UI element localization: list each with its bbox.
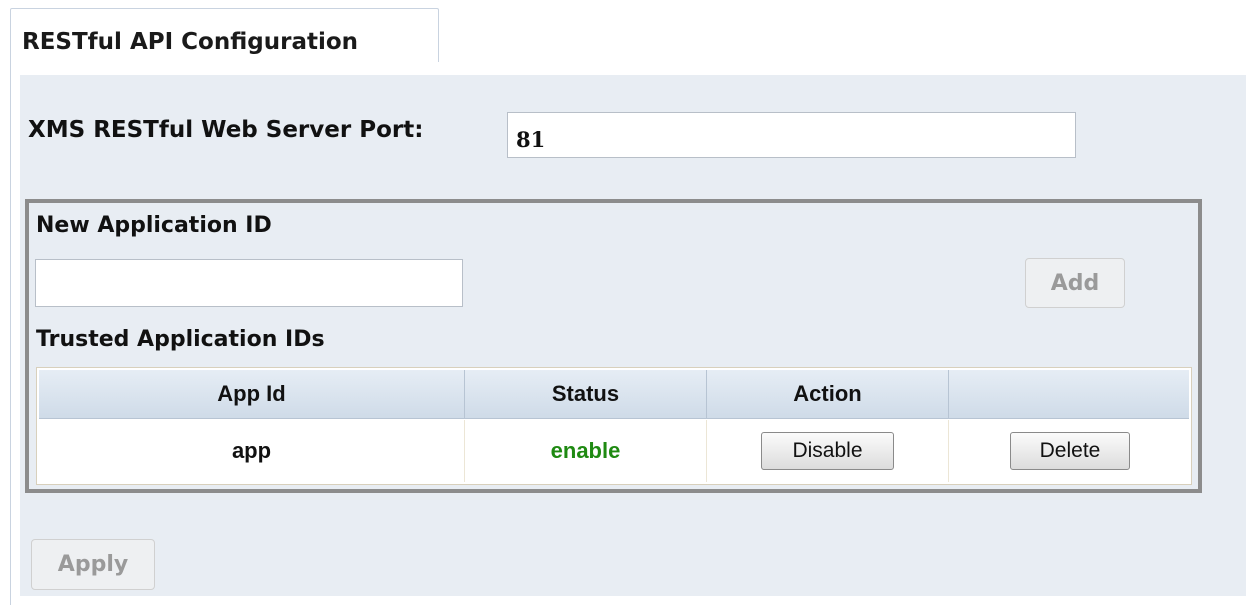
add-button[interactable]: Add (1025, 258, 1125, 308)
disable-button[interactable]: Disable (761, 432, 894, 470)
new-application-id-label: New Application ID (36, 213, 272, 238)
port-input[interactable] (507, 112, 1076, 158)
app-id-cell: app (39, 420, 465, 482)
new-application-id-input[interactable] (35, 259, 463, 307)
action-cell: Disable (707, 420, 949, 482)
column-header-app-id: App Id (39, 370, 465, 418)
tab-panel-left-border (10, 62, 11, 605)
delete-cell: Delete (949, 420, 1191, 482)
tab-label: RESTful API Configuration (22, 29, 359, 55)
apply-button[interactable]: Apply (31, 539, 155, 590)
trusted-apps-table: App Id Status Action app enable Disable … (36, 367, 1192, 485)
trusted-application-ids-label: Trusted Application IDs (36, 327, 325, 352)
tab-restful-api-configuration[interactable]: RESTful API Configuration (10, 8, 439, 62)
column-header-status: Status (465, 370, 707, 418)
port-label: XMS RESTful Web Server Port: (28, 117, 424, 143)
status-cell: enable (465, 420, 707, 482)
delete-button[interactable]: Delete (1010, 432, 1130, 470)
column-header-action: Action (707, 370, 949, 418)
table-row: app enable Disable Delete (39, 420, 1189, 482)
column-header-empty (949, 370, 1191, 418)
table-header: App Id Status Action (39, 370, 1189, 419)
